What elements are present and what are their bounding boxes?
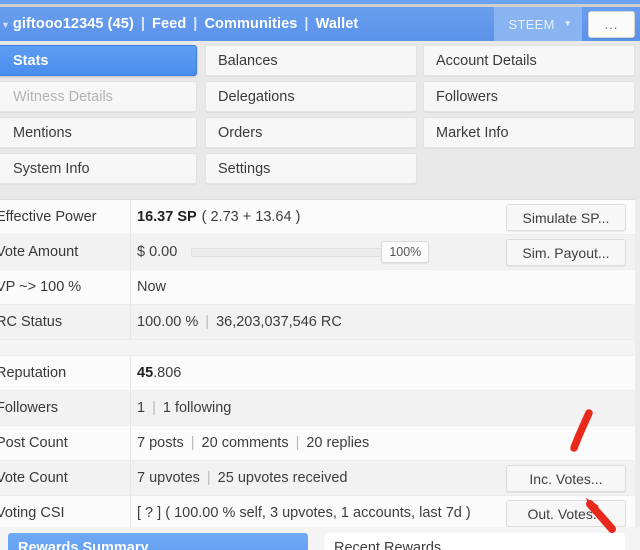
reputation-integer: 45 (137, 365, 154, 381)
row-value-voting-power: Now (137, 279, 167, 295)
table-row: RC Status 100.00 % | 36,203,037,546 RC (0, 305, 635, 340)
nav-item-mentions[interactable]: Mentions (0, 117, 197, 148)
nav-item-stats[interactable]: Stats (0, 45, 197, 76)
nav-item-market-info[interactable]: Market Info (423, 117, 635, 148)
token-selector-label: STEEM (508, 16, 555, 32)
slider-value-badge: 100% (381, 241, 430, 263)
column-divider (130, 356, 131, 390)
comments-count: 20 comments (201, 435, 289, 451)
row-value-post-count: 7 posts | 20 comments | 20 replies (126, 435, 635, 451)
nav-item-balances[interactable]: Balances (205, 45, 417, 76)
effective-power-breakdown: ( 2.73 + 13.64 ) (201, 209, 301, 225)
top-header-bar: ▼ giftooo12345 (45) | Feed | Communities… (0, 7, 640, 41)
vote-amount-value: $ 0.00 (137, 244, 178, 260)
column-divider (130, 391, 131, 425)
upvotes-given: 7 upvotes (137, 470, 200, 486)
row-label-followers: Followers (0, 400, 59, 416)
table-row: Vote Amount $ 0.00 100% Sim. Payout... (0, 235, 635, 270)
header-separator-3: | (304, 16, 309, 32)
row-label-reputation: Reputation (0, 365, 67, 381)
followers-count: 1 (137, 400, 146, 416)
row-value-reputation: 45 .806 (126, 365, 635, 381)
row-label-voting-power: VP ~> 100 % (0, 279, 82, 295)
nav-item-system-info[interactable]: System Info (0, 153, 197, 184)
table-row: Vote Count 7 upvotes | 25 upvotes receiv… (0, 461, 635, 496)
row-label-vote-amount: Vote Amount (0, 244, 79, 260)
header-username[interactable]: giftooo12345 (45) (13, 16, 134, 32)
table-row: Followers 1 | 1 following (0, 391, 635, 426)
incoming-votes-button[interactable]: Inc. Votes... (506, 465, 626, 492)
column-divider (130, 426, 131, 460)
bottom-cards-area: Rewards Summary Recent Rewards (0, 527, 640, 550)
nav-item-empty (423, 153, 635, 184)
header-nav-communities[interactable]: Communities (204, 16, 297, 32)
posts-count: 7 posts (137, 435, 184, 451)
header-separator-2: | (193, 16, 198, 32)
sim-payout-button[interactable]: Sim. Payout... (506, 239, 626, 266)
replies-count: 20 replies (306, 435, 370, 451)
slider-track[interactable] (191, 247, 397, 257)
overflow-menu-button[interactable]: ... (588, 10, 635, 38)
section-nav-grid: Stats Witness Details Mentions System In… (0, 45, 640, 194)
table-row: VP ~> 100 % Now (0, 270, 635, 305)
header-nav-wallet[interactable]: Wallet (316, 16, 359, 32)
value-separator: | (205, 314, 210, 330)
row-value-followers: 1 | 1 following (126, 400, 635, 416)
value-separator: | (152, 400, 156, 416)
header-nav: giftooo12345 (45) | Feed | Communities |… (13, 16, 358, 32)
table-row: Voting CSI [ ? ] ( 100.00 % self, 3 upvo… (0, 496, 635, 531)
value-separator: | (206, 470, 211, 486)
table-row: Reputation 45 .806 (0, 356, 635, 391)
caret-down-icon: ▼ (563, 18, 572, 28)
column-divider (130, 461, 131, 495)
upvotes-received: 25 upvotes received (217, 470, 348, 486)
value-separator: | (190, 435, 195, 451)
app-root: ▼ giftooo12345 (45) | Feed | Communities… (0, 0, 640, 550)
effective-power-amount: 16.37 SP (137, 209, 197, 225)
nav-column-2: Balances Delegations Orders Settings (205, 45, 417, 189)
value-separator: | (295, 435, 300, 451)
column-divider (130, 496, 131, 530)
row-label-rc-status: RC Status (0, 314, 63, 330)
row-label-effective-power: Effective Power (0, 209, 97, 225)
column-divider (130, 270, 131, 304)
header-nav-feed[interactable]: Feed (152, 16, 186, 32)
column-divider (130, 235, 131, 269)
nav-column-1: Stats Witness Details Mentions System In… (0, 45, 197, 189)
chevron-down-icon[interactable]: ▼ (1, 20, 10, 30)
nav-item-delegations[interactable]: Delegations (205, 81, 417, 112)
rc-amount: 36,203,037,546 RC (216, 314, 342, 330)
table-row: Post Count 7 posts | 20 comments | 20 re… (0, 426, 635, 461)
outgoing-votes-button[interactable]: Out. Votes... (506, 500, 626, 527)
row-value-rc-status: 100.00 % | 36,203,037,546 RC (126, 314, 635, 330)
nav-item-settings[interactable]: Settings (205, 153, 417, 184)
section-gap (0, 340, 635, 356)
table-row: Effective Power 16.37 SP ( 2.73 + 13.64 … (0, 200, 635, 235)
card-rewards-summary[interactable]: Rewards Summary (8, 533, 308, 550)
nav-item-followers[interactable]: Followers (423, 81, 635, 112)
reputation-decimal: .806 (153, 365, 182, 381)
page-right-margin (635, 199, 640, 527)
rc-percent: 100.00 % (137, 314, 199, 330)
column-divider (130, 200, 131, 234)
vote-weight-slider[interactable]: 100% (191, 241, 430, 263)
nav-item-witness-details[interactable]: Witness Details (0, 81, 197, 112)
header-separator-1: | (140, 16, 146, 32)
card-recent-rewards[interactable]: Recent Rewards (325, 533, 625, 550)
nav-item-orders[interactable]: Orders (205, 117, 417, 148)
row-label-post-count: Post Count (0, 435, 68, 451)
stats-panel: Effective Power 16.37 SP ( 2.73 + 13.64 … (0, 199, 635, 531)
following-count: 1 following (162, 400, 232, 416)
token-selector[interactable]: STEEM ▼ (494, 7, 582, 41)
row-label-vote-count: Vote Count (0, 470, 68, 486)
nav-column-3: Account Details Followers Market Info (423, 45, 635, 189)
nav-item-account-details[interactable]: Account Details (423, 45, 635, 76)
simulate-sp-button[interactable]: Simulate SP... (506, 204, 626, 231)
row-label-voting-csi: Voting CSI (0, 505, 65, 521)
column-divider (130, 305, 131, 339)
